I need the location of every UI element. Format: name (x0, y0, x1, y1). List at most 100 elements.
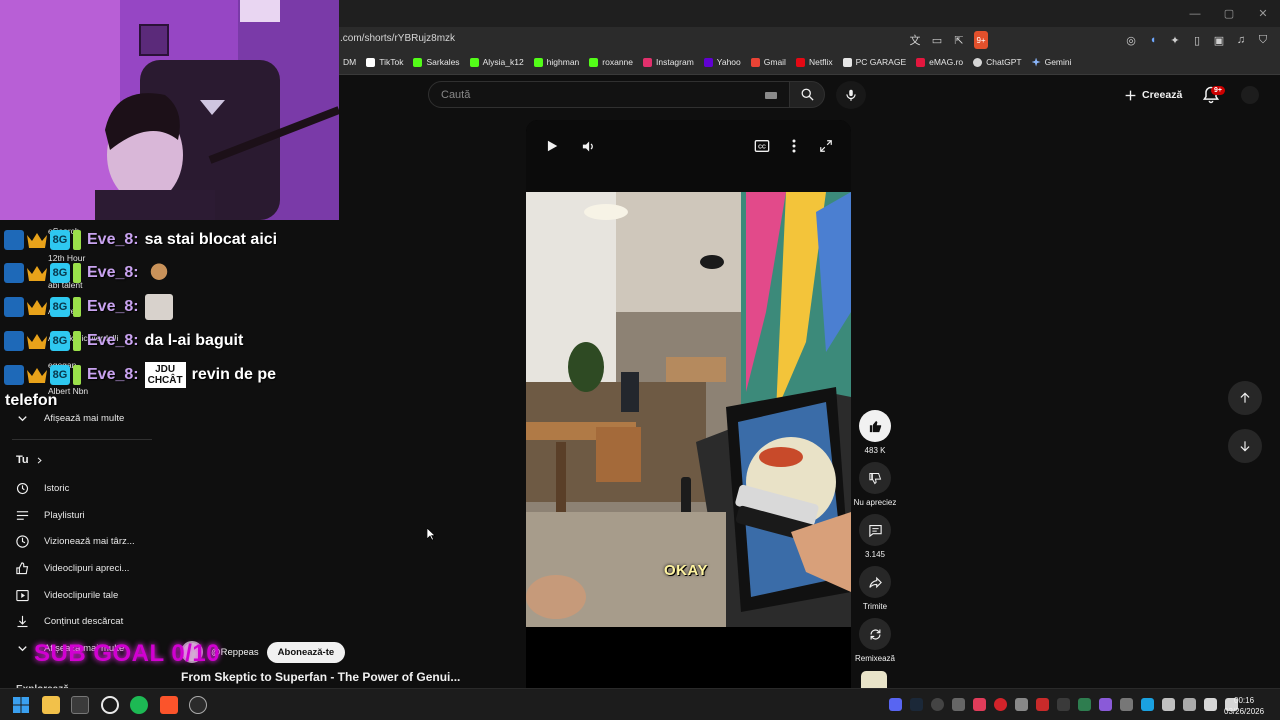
game-controller-icon[interactable]: ◎ (1124, 31, 1138, 49)
search-button[interactable] (789, 81, 825, 108)
play-button[interactable] (542, 136, 562, 156)
minimize-icon[interactable]: — (1178, 0, 1212, 27)
dislike-button[interactable] (859, 462, 891, 494)
chat-text: sa stai blocat aici (144, 231, 278, 248)
sidebar-item-downloads[interactable]: Conținut descărcat (15, 611, 165, 631)
sidebar-you-header[interactable]: Tu (16, 454, 44, 466)
sidebar-item-your-videos[interactable]: Videoclipurile tale (15, 585, 165, 605)
close-icon[interactable]: ✕ (1246, 0, 1280, 27)
bookmark-item[interactable]: Alysia_k12 (469, 57, 524, 67)
gemini-icon (1031, 57, 1041, 67)
app-tray-icon[interactable] (1057, 698, 1070, 711)
bookmark-item[interactable]: Gmail (750, 57, 786, 67)
url-text[interactable]: .com/shorts/rYBRujz8mzk (340, 33, 455, 44)
comments-action[interactable]: 3.145 (852, 514, 898, 559)
translate-icon[interactable]: 文 (908, 31, 922, 49)
bookmark-item[interactable]: DM (343, 57, 356, 67)
bookmark-item[interactable]: PC GARAGE (842, 57, 906, 67)
discord-tray-icon[interactable] (889, 698, 902, 711)
sidebar-item-playlists[interactable]: Playlisturi (15, 505, 165, 525)
xbox-icon[interactable] (101, 696, 119, 714)
comment-count: 3.145 (864, 550, 886, 559)
shorts-player[interactable]: CC OKAY (526, 120, 851, 688)
app-tray-icon[interactable] (1120, 698, 1133, 711)
previous-short-button[interactable] (1228, 381, 1262, 415)
app-tray-icon[interactable] (1036, 698, 1049, 711)
bookmark-item[interactable]: Sarkales (413, 57, 460, 67)
spotify-icon[interactable] (130, 696, 148, 714)
bookmark-item[interactable]: Gemini (1031, 57, 1072, 67)
sidebar-item-liked-videos[interactable]: Videoclipuri apreci... (15, 558, 165, 578)
captions-icon: CC (754, 140, 770, 152)
sidebar-item-watch-later[interactable]: Vizionează mai târz... (15, 531, 165, 551)
create-button[interactable]: Creează (1124, 84, 1182, 106)
captions-button[interactable]: CC (752, 136, 772, 156)
sidebar-item-history[interactable]: Istoric (15, 478, 165, 498)
bookmark-item[interactable]: TikTok (366, 57, 403, 67)
cast-icon[interactable]: ▭ (930, 31, 944, 49)
chat-message: 8G Eve_8: (4, 259, 173, 287)
bookmark-item[interactable]: ChatGPT (973, 57, 1022, 67)
bookmark-item[interactable]: highman (533, 57, 579, 67)
more-vertical-icon (792, 139, 796, 153)
app-tray-icon[interactable] (1141, 698, 1154, 711)
remix-action[interactable]: Remixează (852, 618, 898, 663)
more-options-button[interactable] (784, 136, 804, 156)
maximize-icon[interactable]: ▢ (1212, 0, 1246, 27)
account-avatar[interactable] (1241, 86, 1259, 104)
bookmark-item[interactable]: roxanne (589, 57, 633, 67)
taskbar-clock[interactable]: 00:16 03/26/2026 (1224, 695, 1264, 717)
app-tray-icon[interactable] (994, 698, 1007, 711)
bookmark-item[interactable]: Yahoo (703, 57, 741, 67)
video-frame[interactable]: OKAY (526, 192, 851, 627)
microphone-tray-icon[interactable] (1183, 698, 1196, 711)
comments-button[interactable] (859, 514, 891, 546)
sidebar-icon[interactable]: ▯ (1190, 31, 1204, 49)
brave-shield-icon[interactable]: 9+ (974, 31, 988, 49)
keyboard-icon[interactable] (765, 92, 777, 99)
app-tray-icon[interactable] (973, 698, 986, 711)
address-bar-actions: 文 ▭ ⇱ 9+ (908, 31, 988, 49)
steam-app-icon[interactable] (189, 696, 207, 714)
voice-search-button[interactable] (836, 81, 866, 109)
sidebar-show-more-top[interactable]: Afișează mai multe (15, 408, 165, 428)
moderator-badge-icon (4, 263, 24, 283)
extensions-icon[interactable]: ✦ (1168, 31, 1182, 49)
shield-icon[interactable]: ⛉ (1256, 31, 1270, 49)
app-tray-icon[interactable] (1162, 698, 1175, 711)
short-title[interactable]: From Skeptic to Superfan - The Power of … (181, 670, 460, 684)
like-button[interactable] (859, 410, 891, 442)
app-tray-icon[interactable] (952, 698, 965, 711)
share-icon[interactable]: ⇱ (952, 31, 966, 49)
vpn-icon[interactable]: ▣ (1212, 31, 1226, 49)
bookmark-item[interactable]: eMAG.ro (916, 57, 963, 67)
fullscreen-button[interactable] (816, 136, 836, 156)
search-input[interactable]: Caută (428, 81, 790, 108)
windows-taskbar: 00:16 03/26/2026 (0, 688, 1280, 720)
next-short-button[interactable] (1228, 429, 1262, 463)
bookmark-item[interactable]: Netflix (795, 57, 833, 67)
app-tray-icon[interactable] (1078, 698, 1091, 711)
share-action[interactable]: Trimite (852, 566, 898, 611)
music-icon[interactable]: ♫ (1234, 31, 1248, 49)
windows-start-icon[interactable] (12, 696, 30, 714)
brave-browser-icon[interactable] (160, 696, 178, 714)
steam-tray-icon[interactable] (910, 698, 923, 711)
like-action[interactable]: 483 K (852, 410, 898, 455)
network-tray-icon[interactable] (1204, 698, 1217, 711)
subscribe-button[interactable]: Abonează-te (266, 641, 346, 663)
remix-button[interactable] (859, 618, 891, 650)
app-tray-icon[interactable] (1099, 698, 1112, 711)
wallet-icon[interactable]: ◖ (1146, 31, 1160, 49)
clock-time: 00:16 (1234, 696, 1255, 705)
store-icon[interactable] (71, 696, 89, 714)
obs-tray-icon[interactable] (931, 698, 944, 711)
app-tray-icon[interactable] (1015, 698, 1028, 711)
dislike-action[interactable]: Nu apreciez (852, 462, 898, 507)
file-explorer-icon[interactable] (42, 696, 60, 714)
volume-button[interactable] (578, 136, 598, 156)
share-button[interactable] (859, 566, 891, 598)
bookmark-item[interactable]: Instagram (643, 57, 694, 67)
audio-thumbnail[interactable] (861, 671, 887, 688)
webcam-overlay (0, 0, 339, 220)
